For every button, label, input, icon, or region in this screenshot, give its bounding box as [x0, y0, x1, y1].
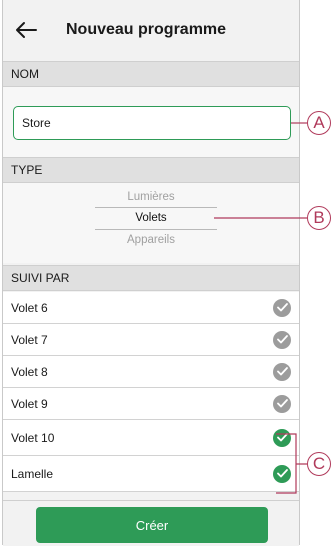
callout-c: C [307, 452, 331, 476]
callout-a: A [307, 111, 331, 135]
callout-lines [214, 122, 307, 494]
callout-b: B [307, 206, 331, 230]
